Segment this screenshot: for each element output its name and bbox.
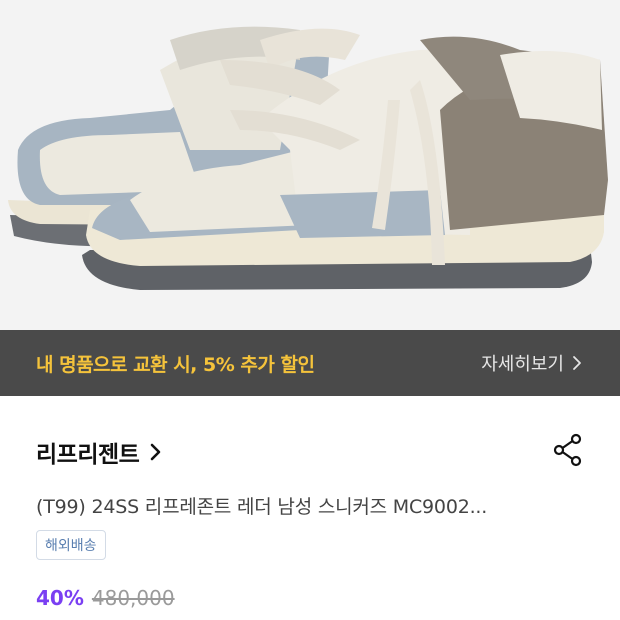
shipping-badge: 해외배송 [36, 530, 106, 560]
brand-row: 리프리젠트 [36, 432, 584, 472]
discount-rate: 40% [36, 586, 84, 610]
product-image[interactable] [0, 0, 620, 330]
chevron-right-icon [151, 443, 161, 461]
promo-more-link[interactable]: 자세히보기 [481, 350, 582, 376]
promo-banner[interactable]: 내 명품으로 교환 시, 5% 추가 할인 자세히보기 [0, 330, 620, 396]
chevron-right-icon [573, 356, 581, 370]
share-icon [553, 433, 582, 467]
promo-more-label: 자세히보기 [481, 354, 564, 375]
product-title: (T99) 24SS 리프레존트 레더 남성 스니커즈 MC9002... [36, 496, 488, 518]
price-row: 40% 480,000 [36, 586, 175, 610]
brand-name: 리프리젠트 [36, 442, 140, 468]
sneaker-illustration [0, 0, 620, 330]
promo-text: 내 명품으로 교환 시, 5% 추가 할인 [36, 353, 315, 376]
brand-link[interactable]: 리프리젠트 [36, 435, 163, 469]
share-button[interactable] [552, 433, 584, 471]
original-price: 480,000 [91, 586, 175, 610]
